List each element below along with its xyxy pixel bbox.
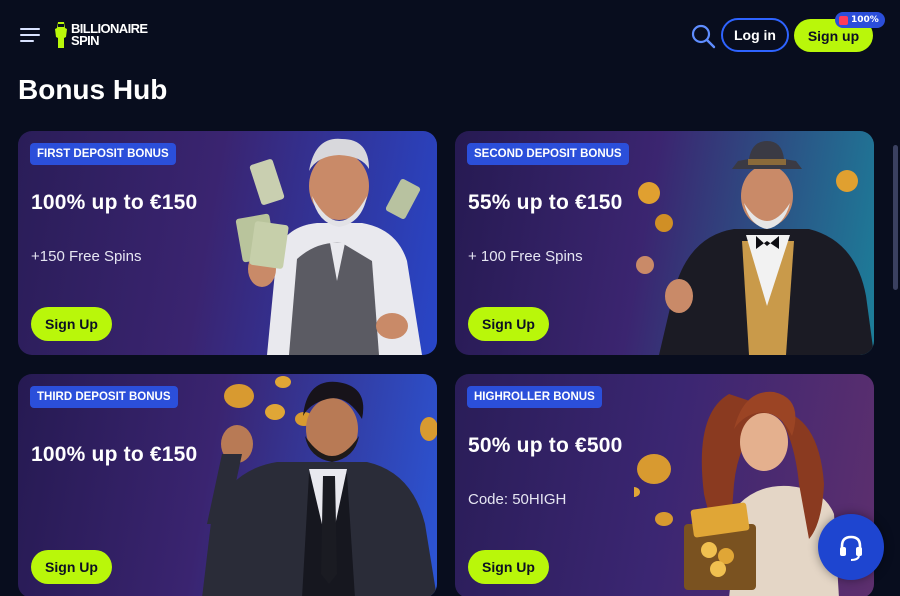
menu-icon[interactable] bbox=[20, 26, 42, 44]
page-scrollbar-thumb[interactable] bbox=[893, 145, 898, 290]
card-signup-button[interactable]: Sign Up bbox=[31, 550, 112, 584]
businessman-coins-illustration bbox=[202, 376, 437, 596]
support-chat-button[interactable] bbox=[818, 514, 884, 580]
bonus-offer: 100% up to €150 bbox=[31, 191, 198, 214]
bonus-tag: HIGHROLLER BONUS bbox=[467, 386, 602, 408]
card-signup-button[interactable]: Sign Up bbox=[468, 550, 549, 584]
search-icon[interactable] bbox=[690, 23, 716, 49]
site-logo[interactable]: BILLIONAIRE SPIN bbox=[54, 18, 148, 52]
page-title: Bonus Hub bbox=[18, 74, 168, 105]
card-signup-button[interactable]: Sign Up bbox=[31, 307, 112, 341]
billionaire-man-illustration bbox=[235, 138, 422, 355]
bonus-offer: 100% up to €150 bbox=[31, 443, 198, 466]
logo-text: BILLIONAIRE SPIN bbox=[71, 22, 148, 48]
headset-icon bbox=[840, 535, 862, 561]
bonus-subtext: +150 Free Spins bbox=[31, 248, 142, 265]
signup-badge: 100% bbox=[835, 12, 885, 28]
card-signup-button[interactable]: Sign Up bbox=[468, 307, 549, 341]
site-header: BILLIONAIRE SPIN Log in Sign up 100% bbox=[0, 0, 900, 72]
bonus-card-highroller: HIGHROLLER BONUS 50% up to €500 Code: 50… bbox=[455, 374, 874, 596]
bonus-subtext: Code: 50HIGH bbox=[468, 491, 567, 508]
bonus-tag: THIRD DEPOSIT BONUS bbox=[30, 386, 178, 408]
gift-icon bbox=[839, 15, 848, 25]
bonus-offer: 50% up to €500 bbox=[468, 434, 623, 457]
bonus-card-third-deposit: THIRD DEPOSIT BONUS 100% up to €150 Sign… bbox=[18, 374, 437, 596]
bonus-subtext: + 100 Free Spins bbox=[468, 248, 583, 265]
gentleman-illustration bbox=[636, 141, 874, 355]
signup-badge-text: 100% bbox=[851, 15, 879, 25]
logo-figure-icon bbox=[55, 22, 67, 48]
bonus-tag: FIRST DEPOSIT BONUS bbox=[30, 143, 176, 165]
login-button[interactable]: Log in bbox=[721, 18, 789, 52]
logo-line-2: SPIN bbox=[71, 33, 100, 48]
bonus-card-first-deposit: FIRST DEPOSIT BONUS 100% up to €150 +150… bbox=[18, 131, 437, 355]
bonus-tag: SECOND DEPOSIT BONUS bbox=[467, 143, 629, 165]
bonus-offer: 55% up to €150 bbox=[468, 191, 623, 214]
bonus-card-second-deposit: SECOND DEPOSIT BONUS 55% up to €150 + 10… bbox=[455, 131, 874, 355]
